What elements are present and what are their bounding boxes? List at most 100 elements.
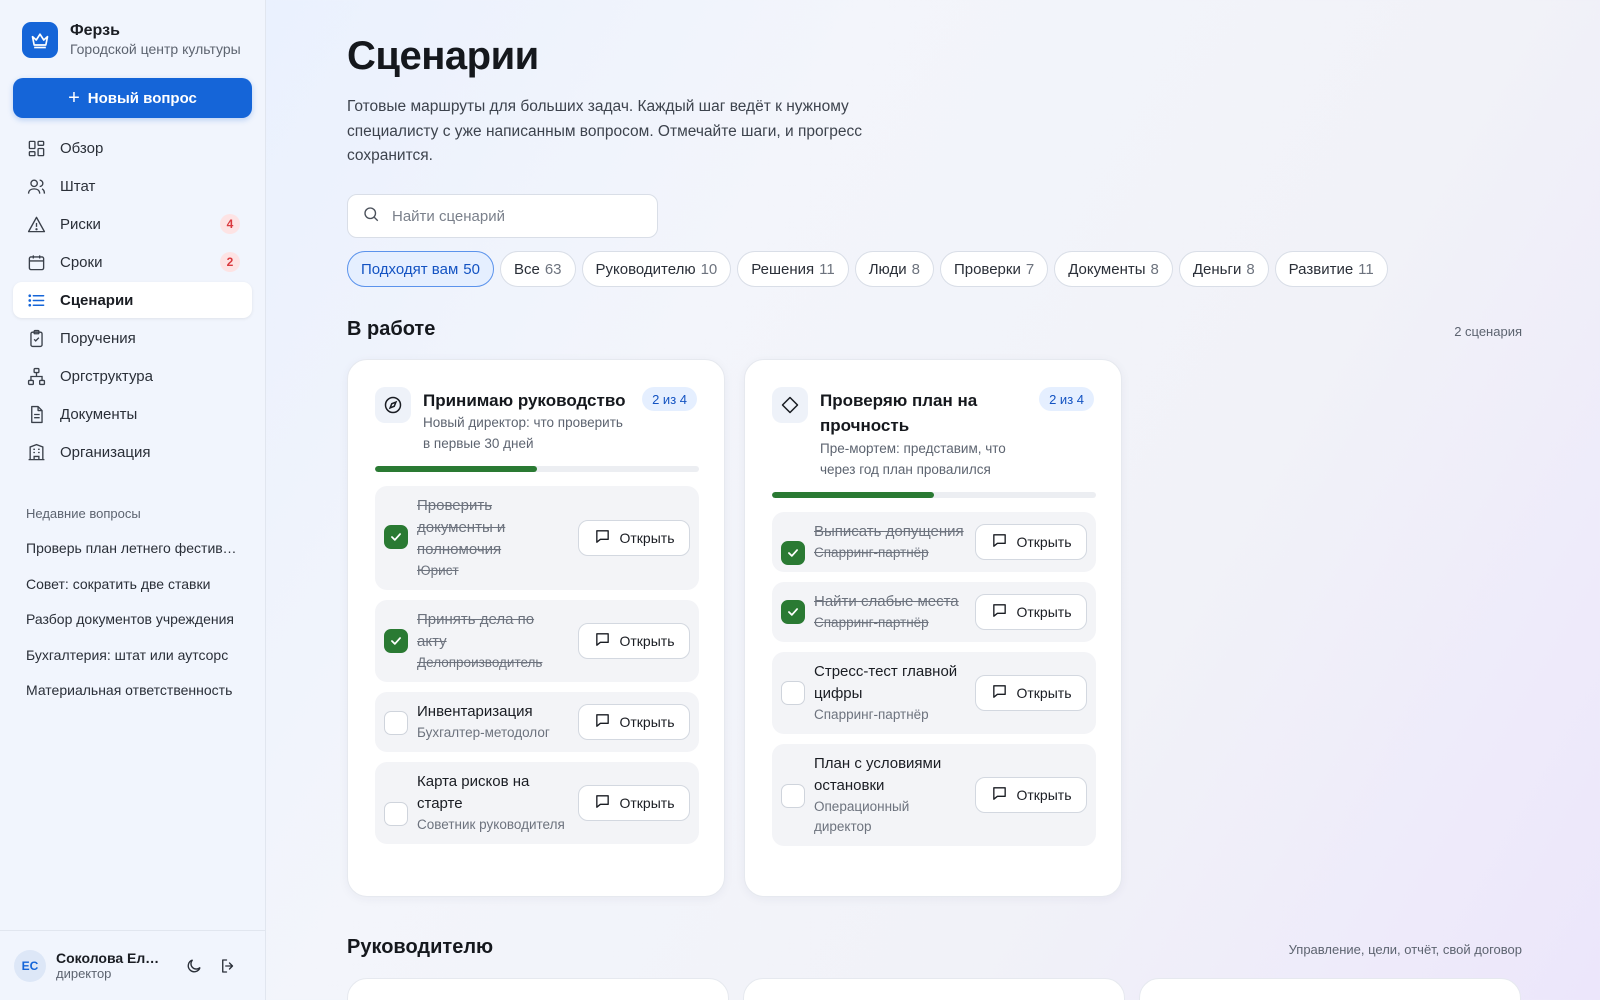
scenario-card[interactable]: [743, 978, 1125, 1000]
sidebar-item-scenarios[interactable]: Сценарии: [13, 282, 252, 318]
sidebar-item-documents[interactable]: Документы: [13, 396, 252, 432]
chip-count: 7: [1025, 260, 1035, 278]
step-name: План с условиями остановки: [814, 755, 942, 794]
filter-chip-development[interactable]: Развитие 11: [1274, 251, 1388, 287]
filter-chip-suitable[interactable]: Подходят вам 50: [347, 251, 494, 287]
chip-count: 8: [1246, 260, 1255, 278]
steps-list: Проверить документы и полномочия Юрист От…: [375, 486, 699, 854]
recent-question-item[interactable]: Материальная ответственность: [26, 682, 240, 718]
list-icon: [26, 290, 46, 310]
logout-icon[interactable]: [214, 952, 242, 980]
chip-label: Все: [513, 260, 540, 278]
step-checkbox-checked[interactable]: [384, 629, 408, 653]
chat-icon: [991, 532, 1017, 552]
step-role: Юрист: [417, 563, 459, 578]
scenario-card[interactable]: Принимаю руководство Новый директор: что…: [347, 359, 725, 897]
step-role: Бухгалтер-методолог: [417, 725, 550, 740]
sidebar-item-assignments[interactable]: Поручения: [13, 320, 252, 356]
chat-icon: [991, 683, 1017, 703]
compass-icon: [375, 387, 411, 423]
step-checkbox[interactable]: [384, 802, 408, 826]
user-role: директор: [56, 966, 112, 981]
chip-count: 8: [1150, 260, 1159, 278]
sidebar: Ферзь Городской центр культуры + Новый в…: [0, 0, 266, 1000]
search-input[interactable]: [392, 207, 642, 225]
new-question-button[interactable]: + Новый вопрос: [13, 78, 252, 118]
step-progress-badge: 2 из 4: [1039, 387, 1094, 411]
step-checkbox-checked[interactable]: [781, 541, 805, 565]
open-button[interactable]: Открыть: [975, 524, 1087, 560]
step-item: Выписать допущения Спарринг-партнёр Откры…: [772, 512, 1096, 572]
leader-section-heading: Руководителю: [347, 936, 494, 958]
document-icon: [26, 404, 46, 424]
recent-question-item[interactable]: Проверь план летнего фестиваля: [26, 540, 240, 576]
open-button-label: Открыть: [1016, 534, 1072, 550]
chip-count: 10: [700, 260, 718, 278]
recent-questions-list: Проверь план летнего фестиваля Совет: со…: [26, 540, 240, 718]
step-checkbox[interactable]: [781, 681, 805, 705]
chip-label: Подходят вам: [361, 260, 459, 278]
chip-label: Развитие: [1288, 260, 1354, 278]
open-button[interactable]: Открыть: [578, 704, 690, 740]
sidebar-item-risks[interactable]: Риски 4: [13, 206, 252, 242]
filter-chip-documents[interactable]: Документы 8: [1054, 251, 1173, 287]
sidebar-item-label: Оргструктура: [60, 367, 153, 385]
step-role: Спарринг-партнёр: [814, 707, 929, 722]
filter-chips: Подходят вам 50 Все 63 Руководителю 10 Реше…: [347, 251, 1388, 287]
step-item: Инвентаризация Бухгалтер-методолог Открыт…: [375, 692, 699, 752]
filter-chip-checks[interactable]: Проверки 7: [939, 251, 1049, 287]
progress-bar: [375, 466, 699, 472]
chat-icon: [594, 793, 620, 813]
open-button[interactable]: Открыть: [975, 594, 1087, 630]
sidebar-item-organization[interactable]: Организация: [13, 434, 252, 470]
chip-label: Люди: [868, 260, 907, 278]
filter-chip-people[interactable]: Люди 8: [854, 251, 934, 287]
building-icon: [26, 442, 46, 462]
step-role: Советник руководителя: [417, 817, 565, 832]
chat-icon: [991, 785, 1017, 805]
moon-icon[interactable]: [180, 952, 208, 980]
filter-chip-money[interactable]: Деньги 8: [1178, 251, 1269, 287]
avatar[interactable]: ЕС: [14, 949, 46, 982]
sidebar-item-label: Сроки: [60, 253, 103, 271]
sidebar-item-deadlines[interactable]: Сроки 2: [13, 244, 252, 280]
sidebar-item-staff[interactable]: Штат: [13, 168, 252, 204]
open-button[interactable]: Открыть: [975, 675, 1087, 711]
open-button-label: Открыть: [1016, 685, 1072, 701]
recent-question-item[interactable]: Разбор документов учреждения: [26, 611, 240, 647]
progress-fill: [375, 466, 537, 472]
in-progress-heading: В работе: [347, 318, 436, 340]
step-item: Стресс-тест главной цифры Спарринг-партнё…: [772, 652, 1096, 734]
filter-chip-leader[interactable]: Руководителю 10: [581, 251, 732, 287]
open-button-label: Открыть: [1016, 604, 1072, 620]
open-button[interactable]: Открыть: [578, 785, 690, 821]
step-checkbox[interactable]: [384, 711, 408, 735]
open-button[interactable]: Открыть: [578, 623, 690, 659]
open-button-label: Открыть: [1016, 787, 1072, 803]
recent-question-item[interactable]: Совет: сократить две ставки: [26, 576, 240, 612]
step-item: Проверить документы и полномочия Юрист От…: [375, 486, 699, 590]
step-checkbox-checked[interactable]: [781, 600, 805, 624]
filter-chip-all[interactable]: Все 63: [499, 251, 576, 287]
grid-icon: [26, 138, 46, 158]
brand-subtitle: Городской центр культуры: [70, 41, 241, 57]
step-name: Принять дела по акту: [417, 611, 535, 650]
filter-chip-decisions[interactable]: Решения 11: [737, 251, 849, 287]
sidebar-item-label: Риски: [60, 215, 101, 233]
open-button[interactable]: Открыть: [975, 777, 1087, 813]
progress-fill: [772, 492, 934, 498]
sidebar-item-label: Поручения: [60, 329, 136, 347]
step-checkbox-checked[interactable]: [384, 525, 408, 549]
step-checkbox[interactable]: [781, 784, 805, 808]
scenario-card[interactable]: Проверяю план на прочность Пре-мортем: п…: [744, 359, 1122, 897]
chip-count: 63: [544, 260, 562, 278]
open-button[interactable]: Открыть: [578, 520, 690, 556]
scenario-card[interactable]: [347, 978, 729, 1000]
search-box[interactable]: [347, 194, 658, 238]
brand[interactable]: Ферзь Городской центр культуры: [22, 22, 242, 58]
scenario-card[interactable]: [1139, 978, 1521, 1000]
sidebar-item-org-structure[interactable]: Оргструктура: [13, 358, 252, 394]
sidebar-item-overview[interactable]: Обзор: [13, 130, 252, 166]
recent-question-item[interactable]: Бухгалтерия: штат или аутсорс: [26, 647, 240, 683]
chip-label: Проверки: [953, 260, 1021, 278]
